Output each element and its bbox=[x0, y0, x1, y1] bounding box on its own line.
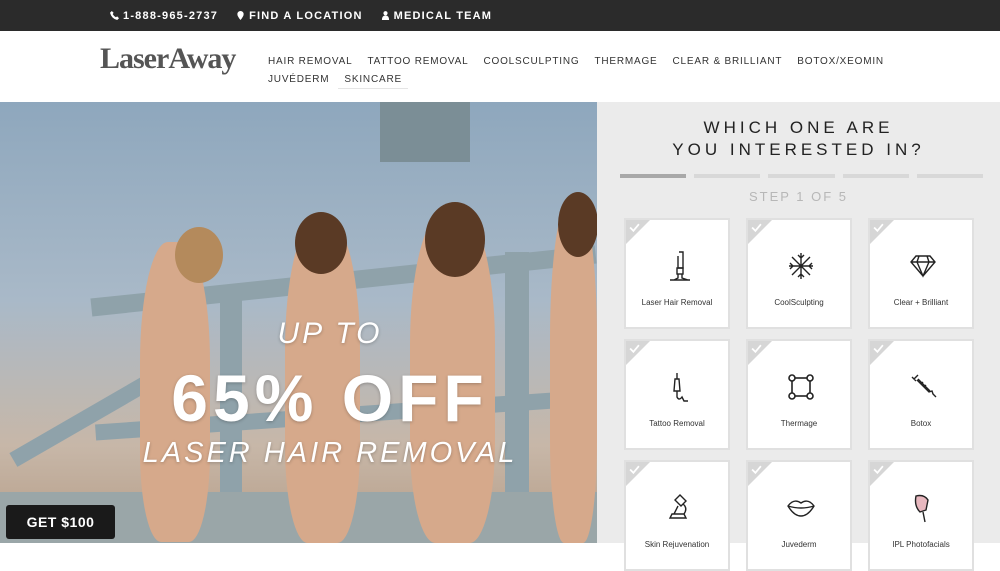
option-label: Laser Hair Removal bbox=[641, 298, 713, 307]
ipl-device-icon bbox=[914, 494, 929, 523]
option-botox[interactable]: Botox bbox=[868, 339, 974, 450]
checkmark-icon bbox=[629, 465, 640, 475]
option-label: Tattoo Removal bbox=[649, 419, 705, 428]
nav-hair-removal[interactable]: HAIR REMOVAL bbox=[262, 53, 358, 71]
map-pin-icon bbox=[237, 11, 244, 20]
nav-skincare[interactable]: SKINCARE bbox=[338, 71, 408, 89]
checkmark-icon bbox=[873, 223, 884, 233]
get-100-button[interactable]: GET $100 bbox=[6, 505, 115, 539]
checkmark-icon bbox=[629, 223, 640, 233]
checkmark-icon bbox=[629, 344, 640, 354]
brand-logo[interactable]: LaserAway bbox=[100, 42, 236, 76]
laser-device-icon bbox=[670, 251, 690, 281]
nav-tattoo-removal[interactable]: TATTOO REMOVAL bbox=[361, 53, 474, 71]
treatment-options: Laser Hair Removal CoolSculpting Clear +… bbox=[624, 218, 974, 571]
lips-icon bbox=[787, 500, 815, 517]
step-segment bbox=[694, 174, 761, 178]
option-label: Clear + Brilliant bbox=[893, 298, 949, 307]
option-label: Skin Rejuvenation bbox=[644, 540, 710, 549]
phone-icon bbox=[110, 11, 119, 20]
checkmark-icon bbox=[873, 344, 884, 354]
option-label: CoolSculpting bbox=[774, 298, 824, 307]
step-segment bbox=[768, 174, 835, 178]
site-header: LaserAway HAIR REMOVAL TATTOO REMOVAL CO… bbox=[0, 31, 1000, 102]
phone-text: 1-888-965-2737 bbox=[123, 9, 219, 22]
checkmark-icon bbox=[751, 223, 762, 233]
top-bar: 1-888-965-2737 FIND A LOCATION MEDICAL T… bbox=[0, 0, 1000, 31]
nav-clear-brilliant[interactable]: CLEAR & BRILLIANT bbox=[667, 53, 789, 71]
option-ipl-photofacials[interactable]: IPL Photofacials bbox=[868, 460, 974, 571]
tattoo-pen-icon bbox=[673, 373, 688, 402]
option-thermage[interactable]: Thermage bbox=[746, 339, 852, 450]
option-coolsculpting[interactable]: CoolSculpting bbox=[746, 218, 852, 329]
option-label: Botox bbox=[910, 419, 932, 428]
step-progress bbox=[620, 174, 984, 178]
nav-juvederm[interactable]: JUVÉDERM bbox=[262, 71, 335, 89]
quiz-title-line1: WHICH ONE ARE bbox=[703, 118, 894, 137]
snowflake-icon bbox=[789, 253, 813, 279]
main-nav: HAIR REMOVAL TATTOO REMOVAL COOLSCULPTIN… bbox=[262, 53, 902, 89]
nav-thermage[interactable]: THERMAGE bbox=[588, 53, 663, 71]
promo-subheadline: LASER HAIR REMOVAL bbox=[142, 437, 518, 469]
quiz-title-line2: YOU INTERESTED IN? bbox=[672, 140, 925, 159]
step-segment bbox=[842, 174, 909, 178]
medical-team-text: MEDICAL TEAM bbox=[393, 9, 493, 22]
quiz-panel: WHICH ONE ARE YOU INTERESTED IN? STEP 1 … bbox=[597, 102, 1000, 571]
option-tattoo-removal[interactable]: Tattoo Removal bbox=[624, 339, 730, 450]
step-segment bbox=[620, 174, 687, 178]
find-location-link[interactable]: FIND A LOCATION bbox=[236, 10, 363, 22]
diamond-icon bbox=[910, 255, 936, 278]
phone-link[interactable]: 1-888-965-2737 bbox=[110, 10, 218, 22]
checkmark-icon bbox=[751, 465, 762, 475]
option-laser-hair-removal[interactable]: Laser Hair Removal bbox=[624, 218, 730, 329]
hero-banner: UP TO 65% OFF LASER HAIR REMOVAL bbox=[0, 102, 597, 543]
quiz-title: WHICH ONE ARE YOU INTERESTED IN? bbox=[597, 117, 1000, 161]
promo-headline: 65% OFF bbox=[171, 361, 489, 435]
syringe-icon bbox=[911, 374, 937, 398]
square-nodes-icon bbox=[788, 374, 814, 400]
medical-team-link[interactable]: MEDICAL TEAM bbox=[381, 10, 493, 22]
nav-botox-xeomin[interactable]: BOTOX/XEOMIN bbox=[791, 53, 890, 71]
promo-upto: UP TO bbox=[277, 317, 383, 350]
option-skin-rejuvenation[interactable]: Skin Rejuvenation bbox=[624, 460, 730, 571]
checkmark-icon bbox=[751, 344, 762, 354]
person-icon bbox=[381, 11, 389, 20]
nav-coolsculpting[interactable]: COOLSCULPTING bbox=[477, 53, 585, 71]
option-label: Thermage bbox=[780, 419, 818, 428]
step-segment bbox=[916, 174, 984, 178]
option-juvederm[interactable]: Juvederm bbox=[746, 460, 852, 571]
find-location-text: FIND A LOCATION bbox=[249, 9, 363, 22]
step-label: STEP 1 OF 5 bbox=[748, 189, 849, 204]
option-clear-brilliant[interactable]: Clear + Brilliant bbox=[868, 218, 974, 329]
microscope-icon bbox=[668, 494, 688, 519]
option-label: Juvederm bbox=[781, 540, 817, 549]
option-label: IPL Photofacials bbox=[892, 540, 950, 549]
checkmark-icon bbox=[873, 465, 884, 475]
